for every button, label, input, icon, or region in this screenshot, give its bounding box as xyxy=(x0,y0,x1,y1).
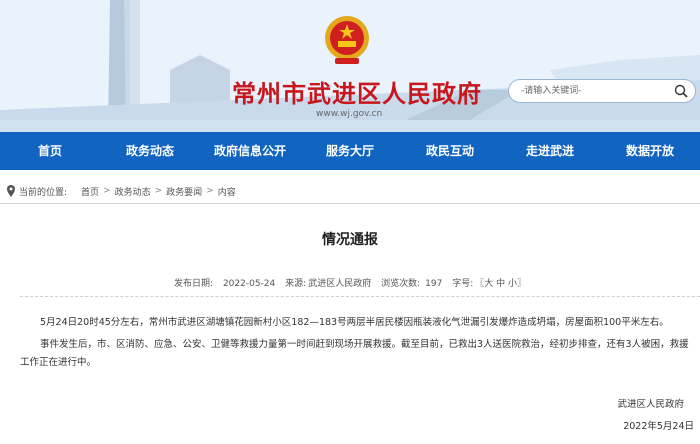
breadcrumb-prefix: 当前的位置: xyxy=(19,187,68,198)
breadcrumb-separator: > xyxy=(103,186,111,196)
nav-item-service-hall[interactable]: 服务大厅 xyxy=(300,132,400,170)
search-box xyxy=(508,79,696,103)
search-input[interactable] xyxy=(521,83,666,99)
breadcrumb-current: 内容 xyxy=(217,187,236,198)
location-pin-icon xyxy=(7,185,15,197)
breadcrumb: 当前的位置: 首页 > 政务动态 > 政务要闻 > 内容 xyxy=(0,181,236,201)
article-sign-date: 2022年5月24日 xyxy=(623,421,694,432)
fontsize-label: 字号: xyxy=(452,279,474,289)
site-url: www.wj.gov.cn xyxy=(316,109,383,119)
date-label: 发布日期: xyxy=(174,279,214,289)
national-emblem-icon xyxy=(325,16,369,64)
breadcrumb-separator: > xyxy=(154,186,163,196)
site-title: 常州市武进区人民政府 xyxy=(232,80,482,108)
breadcrumb-home[interactable]: 首页 xyxy=(81,185,99,198)
article-paragraph: 事件发生后，市、区消防、应急、公安、卫健等救援力量第一时间赶到现场开展救援。截至… xyxy=(20,339,689,368)
nav-item-news[interactable]: 政务动态 xyxy=(100,132,200,170)
nav-item-home[interactable]: 首页 xyxy=(0,132,100,170)
views-label: 浏览次数: xyxy=(381,279,421,289)
nav-item-about-wujin[interactable]: 走进武进 xyxy=(500,132,600,170)
breadcrumb-divider xyxy=(0,203,700,204)
nav-item-info-disclosure[interactable]: 政府信息公开 xyxy=(200,132,300,170)
nav-item-open-data[interactable]: 数据开放 xyxy=(600,132,700,170)
site-header: 常州市武进区人民政府 www.wj.gov.cn xyxy=(0,0,700,132)
main-nav: 首页 政务动态 政府信息公开 服务大厅 政民互动 走进武进 数据开放 xyxy=(0,132,700,170)
article-title: 情况通报 xyxy=(322,232,378,248)
source-label: 来源: xyxy=(285,279,307,289)
article-body: 5月24日20时45分左右，常州市武进区湖塘镇花园新村小区182—183号两层半… xyxy=(20,314,694,376)
publish-date: 2022-05-24 xyxy=(222,279,276,289)
search-icon[interactable] xyxy=(673,83,689,99)
breadcrumb-news[interactable]: 政务动态 xyxy=(115,185,151,198)
article-signature: 武进区人民政府 xyxy=(617,399,684,410)
views-count: 197 xyxy=(425,279,443,289)
breadcrumb-headlines[interactable]: 政务要闻 xyxy=(166,185,202,198)
fontsize-switcher[interactable]: 〖大 中 小〗 xyxy=(475,279,526,289)
article-paragraph: 5月24日20时45分左右，常州市武进区湖塘镇花园新村小区182—183号两层半… xyxy=(40,317,669,328)
breadcrumb-separator: > xyxy=(206,186,214,196)
nav-item-interaction[interactable]: 政民互动 xyxy=(400,132,500,170)
meta-divider xyxy=(20,296,700,297)
source-value: 武进区人民政府 xyxy=(308,279,372,289)
article-meta: 发布日期: 2022-05-24 来源: 武进区人民政府 浏览次数: 197 字号:… xyxy=(0,276,700,289)
